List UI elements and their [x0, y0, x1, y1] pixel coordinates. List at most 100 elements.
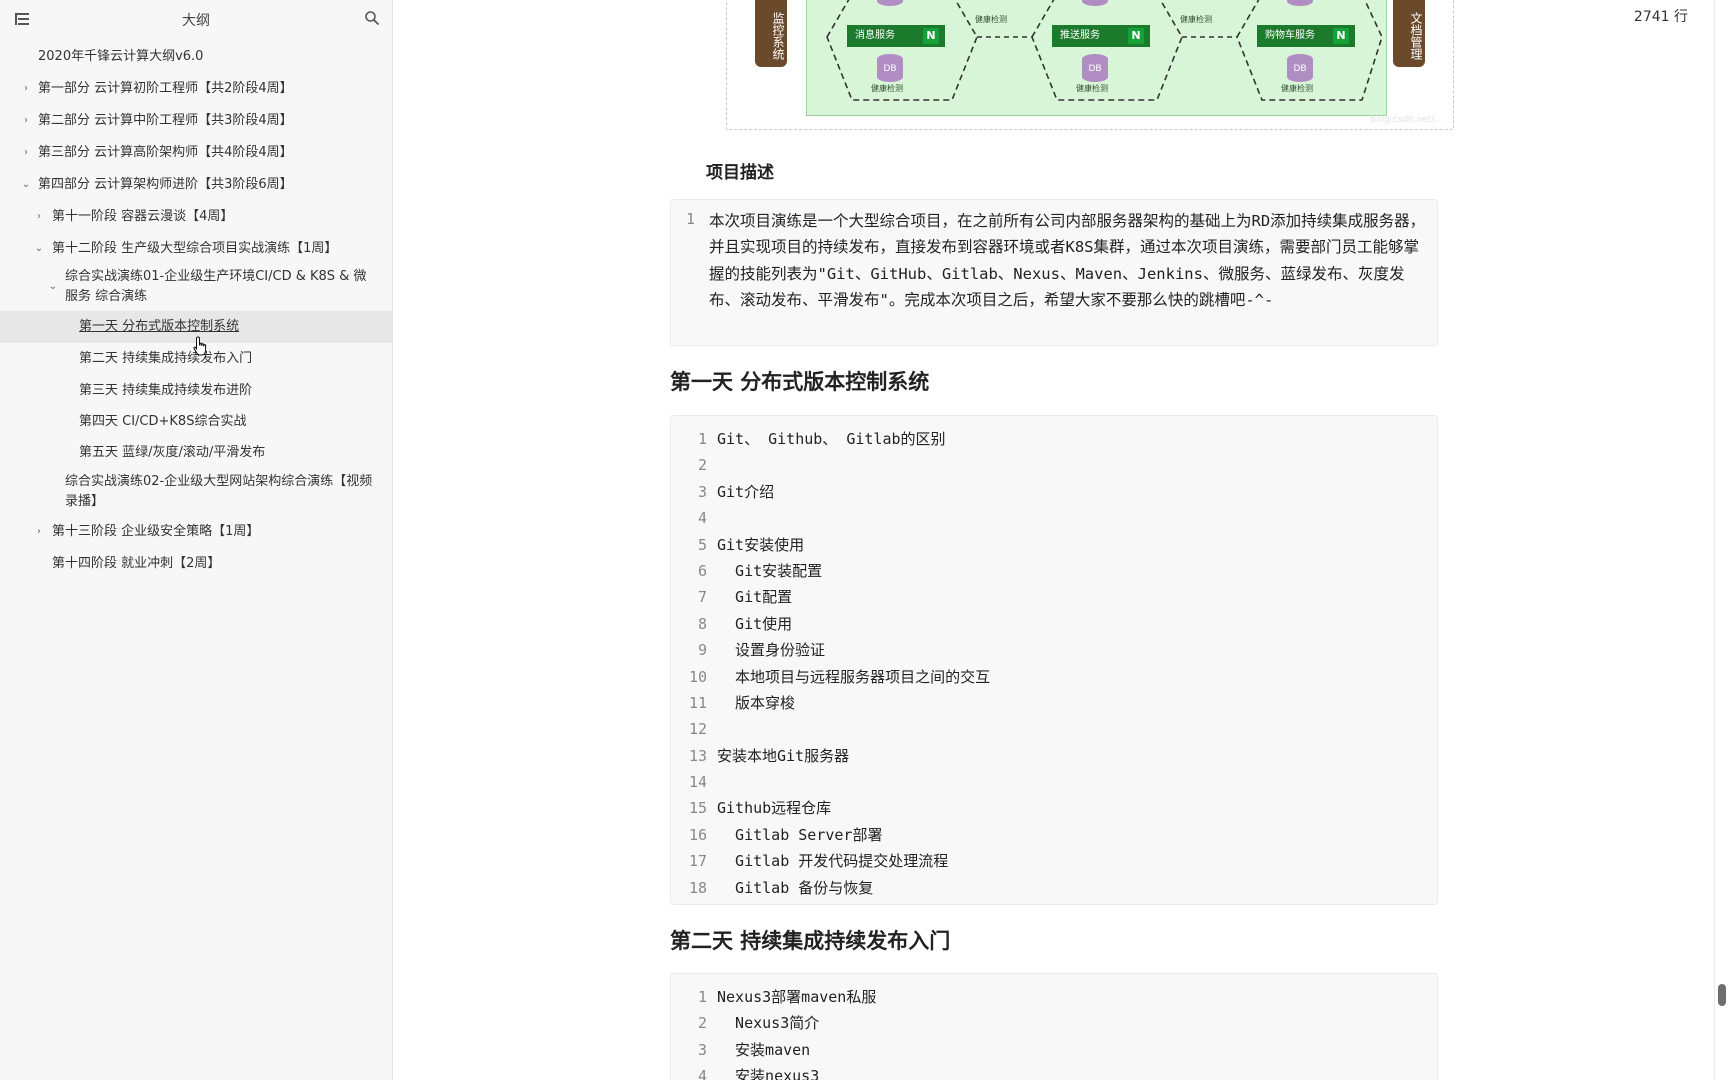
chevron-right-icon[interactable]: ›	[20, 143, 32, 163]
code-line-text[interactable]: Git安装配置	[717, 558, 822, 584]
code-line-text[interactable]: Git使用	[717, 611, 792, 637]
nginx-logo-icon: N	[923, 28, 939, 44]
health-check-label: 健康检测	[1180, 15, 1212, 24]
code-line-text[interactable]: Gitlab Server部署	[717, 822, 882, 848]
line-number: 13	[688, 746, 707, 765]
line-number: 7	[697, 588, 707, 607]
code-line-text[interactable]: 版本穿梭	[717, 690, 795, 716]
search-icon[interactable]	[364, 10, 380, 26]
line-number: 2	[697, 1014, 707, 1033]
toc-item[interactable]: › 第二部分 云计算中阶工程师【共3阶段4周】	[0, 111, 393, 131]
project-description-text: 本次项目演练是一个大型综合项目，在之前所有公司内部服务器架构的基础上为RD添加持…	[709, 212, 1426, 310]
toc-item-label: 综合实战演练01-企业级生产环境CI/CD & K8S & 微服务 综合演练	[65, 269, 367, 304]
code-line-text[interactable]: Github远程仓库	[717, 795, 831, 821]
toc-item[interactable]: › 第一部分 云计算初阶工程师【共2阶段4周】	[0, 79, 393, 99]
service-label: 购物车服务	[1265, 30, 1315, 41]
nginx-logo-icon: N	[1128, 28, 1144, 44]
health-check-label: 健康检测	[1281, 84, 1313, 93]
day1-heading: 第一天 分布式版本控制系统	[670, 370, 930, 394]
toc-item-label: 第十二阶段 生产级大型综合项目实战演练【1周】	[52, 241, 338, 256]
code-line-text[interactable]: Git配置	[717, 584, 792, 610]
line-count-indicator: 2741 行	[1633, 9, 1688, 25]
toc-item[interactable]: 2020年千锋云计算大纲v6.0	[0, 47, 393, 67]
project-description-heading: 项目描述	[706, 163, 774, 183]
line-number: 9	[697, 641, 707, 660]
code-line-text[interactable]: 安装nexus3	[717, 1063, 819, 1080]
project-description-block: 1 本次项目演练是一个大型综合项目，在之前所有公司内部服务器架构的基础上为RD添…	[670, 199, 1438, 346]
monitoring-system-bar: 监控系统	[755, 0, 787, 67]
code-line-text[interactable]: Git、 Github、 Gitlab的区别	[717, 426, 946, 452]
toc-item[interactable]: › 第三部分 云计算高阶架构师【共4阶段4周】	[0, 143, 393, 163]
toc-item-label: 第十四阶段 就业冲刺【2周】	[52, 556, 221, 571]
chevron-right-icon[interactable]: ›	[33, 522, 45, 542]
microservice-cluster-area: 消息服务 N 推送服务 N 购物车服务 N DB DB DB DB DB DB …	[806, 0, 1387, 116]
chevron-right-icon[interactable]: ›	[20, 79, 32, 99]
toc-item-label: 第五天 蓝绿/灰度/滚动/平滑发布	[79, 445, 266, 460]
code-line-text[interactable]: Nexus3简介	[717, 1010, 819, 1036]
line-number: 1	[697, 988, 707, 1006]
toc-item[interactable]: 综合实战演练02-企业级大型网站架构综合演练【视频录播】	[0, 472, 393, 512]
toc-item-label: 第三部分 云计算高阶架构师【共4阶段4周】	[38, 145, 293, 160]
image-watermark: blog.csdn.net/...	[1370, 115, 1443, 125]
code-line-text[interactable]: 本地项目与远程服务器项目之间的交互	[717, 664, 990, 690]
chevron-right-icon[interactable]: ›	[20, 111, 32, 131]
service-label: 消息服务	[855, 30, 895, 41]
toc-item[interactable]: › 第十一阶段 容器云漫谈【4周】	[0, 207, 393, 227]
toc-item[interactable]: 第四天 CI/CD+K8S综合实战	[0, 412, 393, 432]
code-line-text[interactable]: Gitlab 开发代码提交处理流程	[717, 848, 948, 874]
line-number: 5	[697, 535, 707, 554]
toc-item-label: 第二天 持续集成持续发布入门	[79, 351, 253, 366]
database-icon: DB	[1082, 54, 1108, 82]
code-line-text[interactable]: 设置身份验证	[717, 637, 825, 663]
code-line-text[interactable]: Nexus3部署maven私服	[717, 984, 876, 1010]
code-line: 10 本地项目与远程服务器项目之间的交互	[671, 664, 1437, 690]
toc-item-label: 第一天 分布式版本控制系统	[79, 319, 240, 334]
code-line: 11 版本穿梭	[671, 690, 1437, 716]
scrollbar-track[interactable]	[1714, 0, 1728, 1080]
code-line: 4	[671, 505, 1437, 531]
code-line-text[interactable]: Git安装使用	[717, 532, 804, 558]
line-number: 8	[697, 614, 707, 633]
code-line-text[interactable]: Gitlab 备份与恢复	[717, 875, 873, 901]
code-line: 15 Github远程仓库	[671, 795, 1437, 821]
toc-item[interactable]: ⌄ 综合实战演练01-企业级生产环境CI/CD & K8S & 微服务 综合演练	[0, 267, 393, 307]
chevron-down-icon[interactable]: ⌄	[33, 239, 45, 259]
line-number: 12	[688, 720, 707, 739]
toc-item[interactable]: 第十四阶段 就业冲刺【2周】	[0, 554, 393, 574]
chevron-right-icon[interactable]: ›	[33, 207, 45, 227]
chevron-down-icon[interactable]: ⌄	[47, 277, 59, 297]
chevron-down-icon[interactable]: ⌄	[20, 175, 32, 195]
database-icon: DB	[877, 54, 903, 82]
toc-item-label: 综合实战演练02-企业级大型网站架构综合演练【视频录播】	[65, 474, 373, 509]
line-number: 16	[688, 825, 707, 844]
service-box: 消息服务 N	[847, 25, 945, 47]
service-label: 推送服务	[1060, 30, 1100, 41]
health-check-label: 健康检测	[975, 15, 1007, 24]
toc-item[interactable]: 第三天 持续集成持续发布进阶	[0, 381, 393, 401]
line-number: 15	[688, 799, 707, 818]
code-line-text[interactable]: Git介绍	[717, 479, 774, 505]
toc-item-label: 第四部分 云计算架构师进阶【共3阶段6周】	[38, 177, 293, 192]
code-line: 16 Gitlab Server部署	[671, 822, 1437, 848]
database-icon: DB	[1287, 54, 1313, 82]
scrollbar-thumb[interactable]	[1718, 984, 1726, 1006]
document-management-bar: 文档管理	[1393, 0, 1425, 67]
line-number: 4	[697, 1067, 707, 1080]
toc-item[interactable]: ⌄ 第四部分 云计算架构师进阶【共3阶段6周】	[0, 175, 393, 195]
toc-item[interactable]: ⌄ 第十二阶段 生产级大型综合项目实战演练【1周】	[0, 239, 393, 259]
code-line-text[interactable]: 安装本地Git服务器	[717, 743, 849, 769]
line-number: 6	[697, 561, 707, 580]
toc-item[interactable]: 第五天 蓝绿/灰度/滚动/平滑发布	[0, 443, 393, 463]
line-number: 18	[688, 878, 707, 897]
toc-item-label: 2020年千锋云计算大纲v6.0	[38, 49, 204, 64]
line-number: 1	[685, 210, 695, 228]
day2-heading: 第二天 持续集成持续发布入门	[670, 929, 951, 953]
code-line-text[interactable]: 安装maven	[717, 1037, 810, 1063]
code-line: 3 安装maven	[671, 1037, 1437, 1063]
toc-item[interactable]: › 第十三阶段 企业级安全策略【1周】	[0, 522, 393, 542]
line-number: 2	[697, 456, 707, 475]
code-line: 13 安装本地Git服务器	[671, 743, 1437, 769]
line-number: 10	[688, 667, 707, 686]
line-number: 17	[688, 852, 707, 871]
sidebar-title: 大纲	[182, 13, 210, 29]
